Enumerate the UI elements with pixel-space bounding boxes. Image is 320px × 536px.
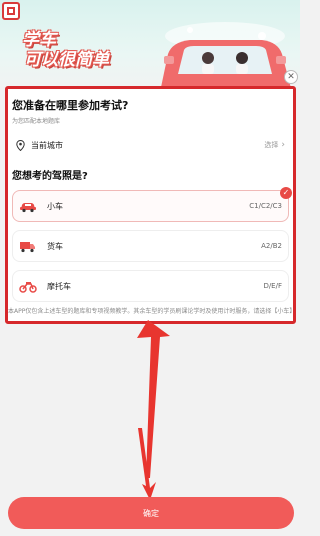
license-option-motorcycle[interactable]: 摩托车 D/E/F [12,270,289,302]
car-illustration [160,22,292,92]
location-pin-icon [16,139,25,151]
hero-title-line1: 学车 [22,30,56,50]
hero-title: 学车 可以很简单 [22,30,142,70]
license-code: D/E/F [263,282,282,290]
car-icon [20,203,36,213]
back-button[interactable] [2,2,20,20]
current-city-label: 当前城市 [31,140,63,150]
annotation-arrow-up [137,320,170,478]
hero-title-line2: 可以很简单 [24,50,109,70]
location-subtitle: 为您匹配本地题库 [12,118,61,125]
license-option-car[interactable]: 小车 C1/C2/C3 ✓ [12,187,292,222]
license-question: 您想考的驾照是? [12,171,88,182]
motorcycle-icon [19,282,37,293]
current-city-row[interactable]: 当前城市 选择 › [12,133,289,157]
license-code: C1/C2/C3 [249,202,282,210]
truck-icon [20,242,35,253]
license-name: 货车 [47,241,63,251]
location-question: 您准备在哪里参加考试? [12,99,129,112]
back-icon [7,7,15,15]
hero-banner: 学车 可以很简单 ✕ [0,0,300,92]
license-code: A2/B2 [261,242,282,250]
chevron-right-icon: › [281,140,285,150]
selection-panel: 您准备在哪里参加考试? 为您匹配本地题库 当前城市 选择 › 您想考的驾照是? … [5,86,296,324]
checkmark-icon: ✓ [280,187,292,199]
license-name: 摩托车 [47,281,71,291]
select-city-link[interactable]: 选择 [264,140,278,150]
license-option-truck[interactable]: 货车 A2/B2 [12,230,289,262]
license-name: 小车 [47,201,63,211]
disclaimer-text: 本APP仅包含上述车型的题库和专项视频教学。其余车型的学员刷课论学时及使用计时服… [8,308,296,315]
confirm-button[interactable]: 确定 [8,497,294,529]
close-icon[interactable]: ✕ [284,70,298,84]
annotation-arrow-down [138,428,156,500]
